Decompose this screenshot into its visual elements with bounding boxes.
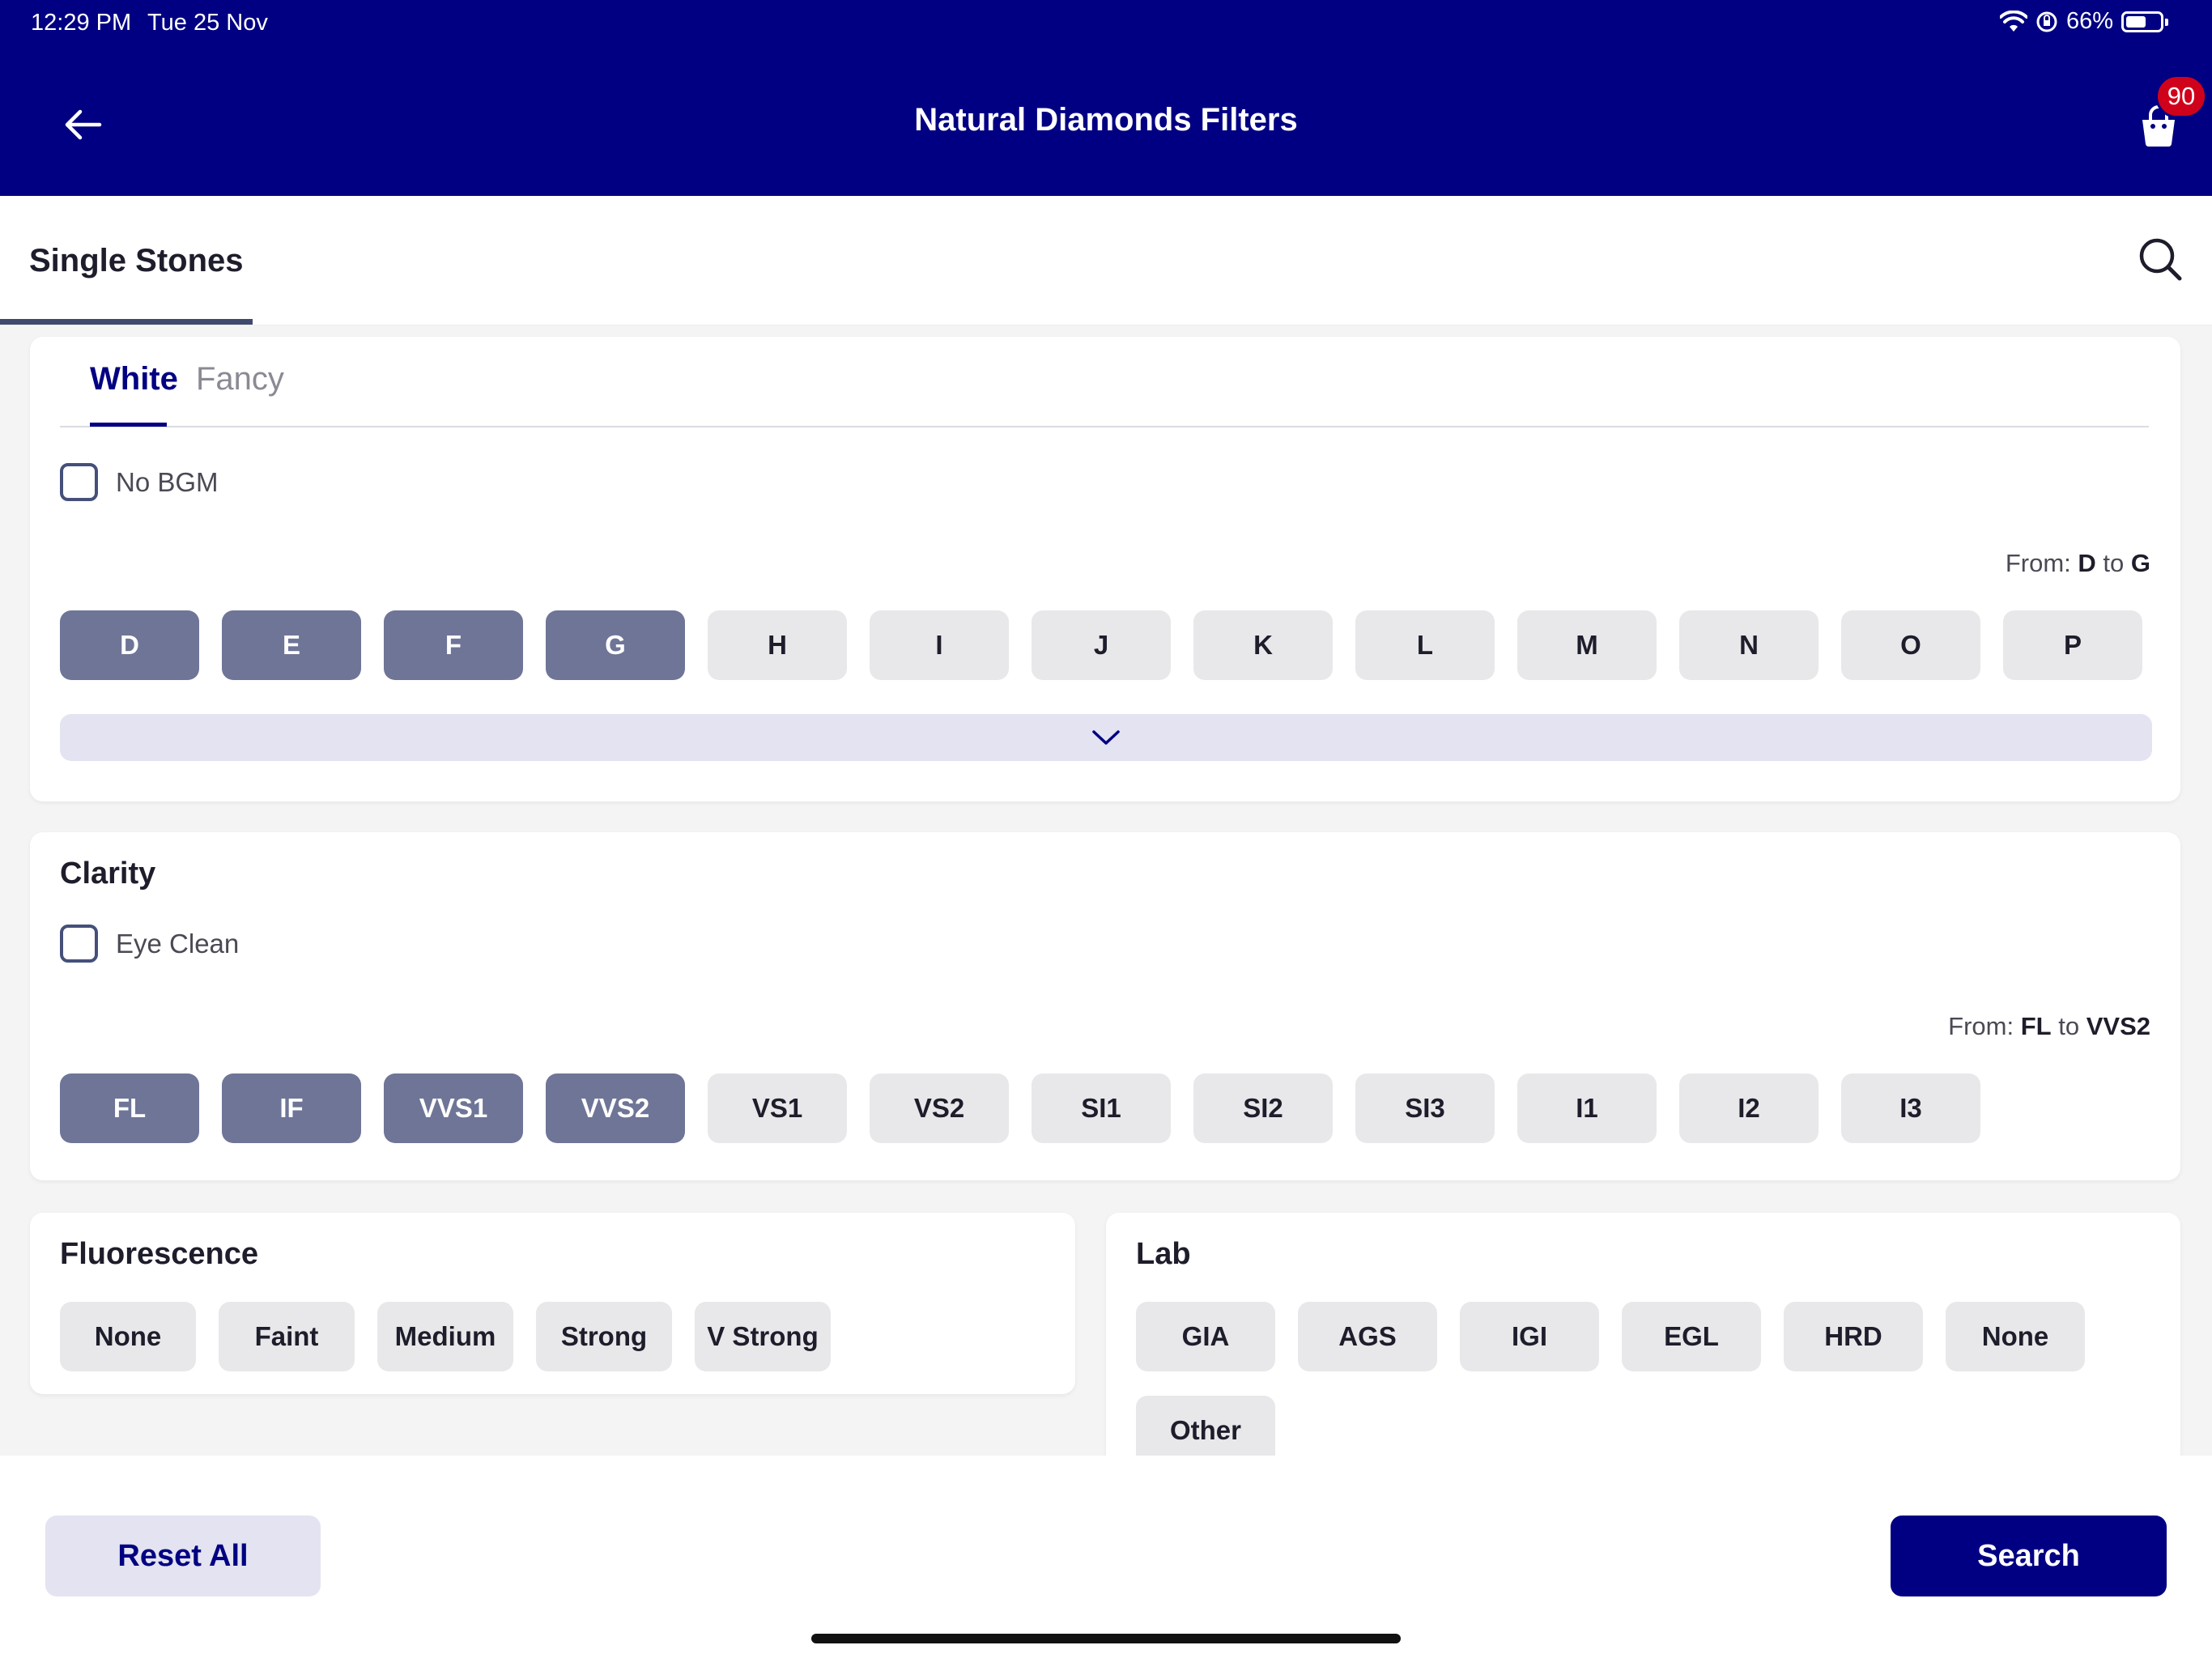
color-grade-chip[interactable]: E [222,610,361,680]
color-grade-chip[interactable]: N [1679,610,1819,680]
clarity-grade-chip[interactable]: I1 [1517,1073,1657,1143]
reset-all-button[interactable]: Reset All [45,1516,321,1596]
lab-option[interactable]: EGL [1622,1302,1761,1371]
filters-content: White Fancy No BGM From: D to G DEFGHIJK… [0,325,2212,1456]
app-header: 12:29 PM Tue 25 Nov 66% Natural Diamonds… [0,0,2212,196]
lab-option[interactable]: GIA [1136,1302,1275,1371]
home-indicator [811,1634,1401,1643]
color-grade-chip[interactable]: H [708,610,847,680]
expand-colors-button[interactable] [60,714,2152,761]
range-prefix: From: [1948,1012,2014,1040]
status-time: 12:29 PM [31,10,132,36]
tab-white[interactable]: White [90,361,178,397]
search-icon [2139,238,2182,281]
range-to-word: to [2103,549,2125,577]
lab-option[interactable]: None [1946,1302,2085,1371]
clarity-grade-chip[interactable]: VVS1 [384,1073,523,1143]
no-bgm-label: No BGM [116,466,219,497]
clarity-grade-chip[interactable]: SI3 [1355,1073,1495,1143]
status-indicators: 66% [1999,8,2168,35]
range-to: VVS2 [2086,1012,2150,1040]
clarity-grade-chip[interactable]: I2 [1679,1073,1819,1143]
active-tab-indicator [0,319,253,325]
range-to-word: to [2058,1012,2080,1040]
color-grade-chips: DEFGHIJKLMNOP [60,610,2142,680]
clarity-grade-chip[interactable]: I3 [1841,1073,1980,1143]
battery-icon [2121,11,2168,32]
color-type-tabs: White Fancy [60,337,2149,427]
category-tabs: Single Stones [0,196,2212,325]
fluorescence-option[interactable]: Medium [377,1302,513,1371]
color-grade-chip[interactable]: P [2003,610,2142,680]
battery-percent: 66% [2065,8,2113,34]
clarity-grade-chip[interactable]: SI1 [1032,1073,1171,1143]
no-bgm-option[interactable]: No BGM [60,463,219,501]
color-range-text: From: D to G [2006,549,2150,578]
wifi-icon [1999,10,2027,32]
footer-actions: Reset All Search [0,1456,2212,1658]
color-grade-chip[interactable]: L [1355,610,1495,680]
clarity-grade-chip[interactable]: VS2 [870,1073,1009,1143]
fluorescence-option[interactable]: None [60,1302,196,1371]
color-filter-card: White Fancy No BGM From: D to G DEFGHIJK… [30,337,2180,801]
orientation-lock-icon [2036,11,2057,32]
range-to: G [2130,549,2150,577]
search-button[interactable] [2136,235,2184,283]
fluorescence-option[interactable]: Strong [536,1302,672,1371]
color-grade-chip[interactable]: I [870,610,1009,680]
lab-option[interactable]: IGI [1460,1302,1599,1371]
active-subtab-indicator [90,423,167,427]
range-from: D [2078,549,2096,577]
fluorescence-options: None Faint Medium Strong V Strong [60,1302,831,1371]
fluorescence-option[interactable]: V Strong [695,1302,831,1371]
fluorescence-option[interactable]: Faint [219,1302,355,1371]
color-grade-chip[interactable]: M [1517,610,1657,680]
lab-filter-card: Lab GIA AGS IGI EGL HRD None Other [1106,1213,2180,1456]
clarity-filter-card: Clarity Eye Clean From: FL to VVS2 FL IF V… [30,832,2180,1180]
tab-fancy[interactable]: Fancy [196,361,284,397]
clarity-range-text: From: FL to VVS2 [1948,1012,2150,1041]
lab-option[interactable]: AGS [1298,1302,1437,1371]
fluorescence-title: Fluorescence [60,1237,258,1271]
range-prefix: From: [2005,549,2071,577]
lab-option[interactable]: Other [1136,1396,1275,1456]
color-grade-chip[interactable]: O [1841,610,1980,680]
color-grade-chip[interactable]: F [384,610,523,680]
lab-title: Lab [1136,1237,1191,1271]
chevron-down-icon [1092,730,1120,745]
eye-clean-checkbox[interactable] [60,925,98,963]
clarity-grade-chip[interactable]: FL [60,1073,199,1143]
eye-clean-label: Eye Clean [116,928,240,959]
clarity-grade-chip[interactable]: VS1 [708,1073,847,1143]
cart-count-badge: 90 [2155,74,2207,118]
color-grade-chip[interactable]: G [546,610,685,680]
color-grade-chip[interactable]: J [1032,610,1171,680]
eye-clean-option[interactable]: Eye Clean [60,925,239,963]
no-bgm-checkbox[interactable] [60,463,98,501]
clarity-title: Clarity [60,857,156,891]
color-grade-chip[interactable]: D [60,610,199,680]
tab-single-stones[interactable]: Single Stones [29,243,244,279]
clarity-grade-chip[interactable]: IF [222,1073,361,1143]
range-from: FL [2020,1012,2052,1040]
status-bar: 12:29 PM Tue 25 Nov 66% [0,0,2212,49]
lab-option[interactable]: HRD [1784,1302,1923,1371]
clarity-grade-chips: FL IF VVS1 VVS2 VS1 VS2 SI1 SI2 SI3 I1 I2 I3 [60,1073,1980,1143]
clarity-grade-chip[interactable]: SI2 [1193,1073,1333,1143]
search-submit-button[interactable]: Search [1891,1516,2167,1596]
lab-options: GIA AGS IGI EGL HRD None Other [1136,1302,2164,1456]
page-title: Natural Diamonds Filters [914,102,1298,138]
status-date: Tue 25 Nov [147,10,268,36]
fluorescence-filter-card: Fluorescence None Faint Medium Strong V Stro… [30,1213,1075,1394]
clarity-grade-chip[interactable]: VVS2 [546,1073,685,1143]
color-grade-chip[interactable]: K [1193,610,1333,680]
